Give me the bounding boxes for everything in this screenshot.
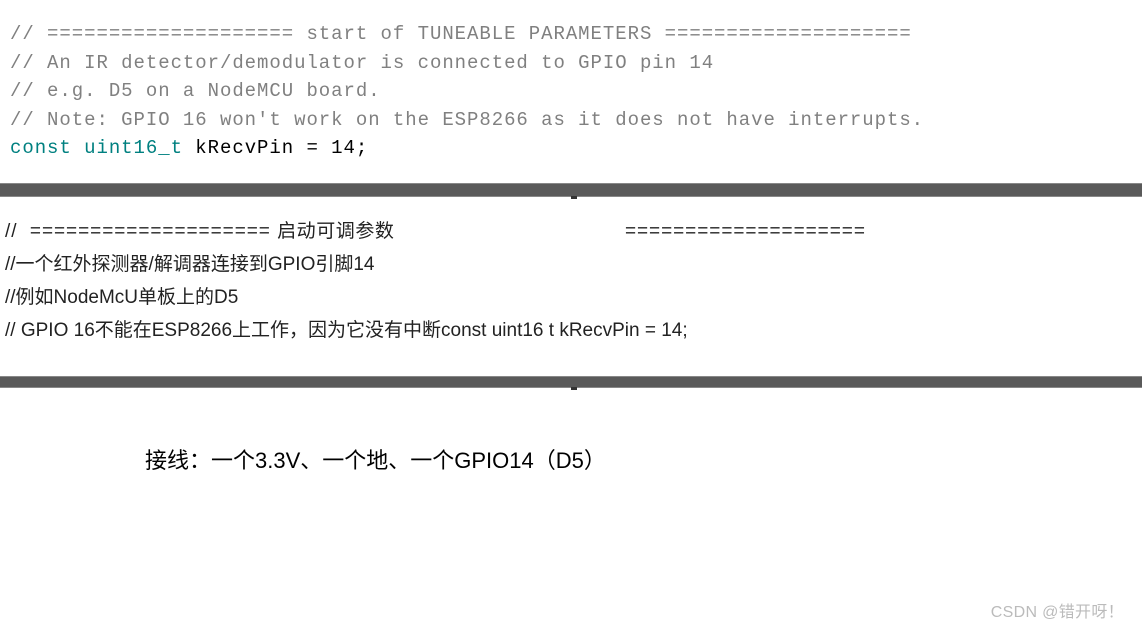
translation-line: //一个红外探测器/解调器连接到GPIO引脚14: [5, 248, 1142, 281]
code-comment-line: // Note: GPIO 16 won't work on the ESP82…: [10, 106, 1142, 135]
section-divider: [0, 376, 1142, 388]
divider-tick-icon: [571, 387, 577, 390]
section-divider: [0, 183, 1142, 197]
type-keyword: const uint16_t: [10, 137, 183, 159]
translation-line: // ==================== 启动可调参数 =========…: [5, 215, 1142, 248]
wiring-instruction: 接线：一个3.3V、一个地、一个GPIO14（D5）: [0, 388, 1142, 475]
code-comment-line: // An IR detector/demodulator is connect…: [10, 49, 1142, 78]
code-declaration-line: const uint16_t kRecvPin = 14;: [10, 134, 1142, 163]
code-block-english: // ==================== start of TUNEABL…: [0, 0, 1142, 163]
code-comment-line: // ==================== start of TUNEABL…: [10, 20, 1142, 49]
code-block-chinese: // ==================== 启动可调参数 =========…: [0, 197, 1142, 348]
divider-tick-icon: [571, 196, 577, 199]
translation-line: // GPIO 16不能在ESP8266上工作，因为它没有中断const uin…: [5, 314, 1142, 347]
code-comment-line: // e.g. D5 on a NodeMCU board.: [10, 77, 1142, 106]
translation-line: //例如NodeMcU单板上的D5: [5, 281, 1142, 314]
csdn-watermark: CSDN @错开呀！: [991, 598, 1124, 622]
variable-declaration: kRecvPin = 14;: [183, 137, 368, 159]
